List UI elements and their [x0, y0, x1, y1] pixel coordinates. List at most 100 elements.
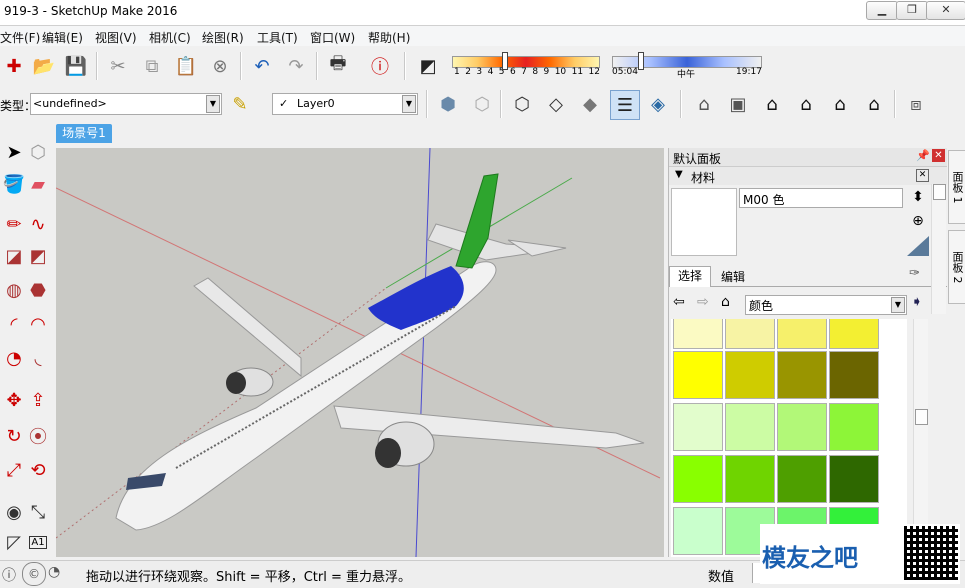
- layer-select[interactable]: ✓ Layer0 ▼: [272, 93, 418, 115]
- minimize-button[interactable]: ▁: [866, 1, 898, 20]
- shaded-button[interactable]: ◆: [576, 90, 604, 118]
- month-slider-thumb[interactable]: [502, 52, 508, 70]
- menu-view[interactable]: 视图(V): [95, 29, 137, 46]
- color-swatch[interactable]: [777, 351, 827, 399]
- materials-section-header[interactable]: ▼ 材料 ✕: [669, 167, 947, 185]
- iso-view-button[interactable]: ⌂: [690, 90, 718, 118]
- details-icon[interactable]: ➧: [911, 294, 923, 310]
- color-swatch[interactable]: [673, 403, 723, 451]
- display-secondary-button[interactable]: ⬍: [907, 186, 929, 208]
- forward-icon[interactable]: ⇨: [697, 294, 709, 310]
- color-swatch[interactable]: [829, 319, 879, 349]
- color-swatch[interactable]: [725, 319, 775, 349]
- make-component-tool[interactable]: ⬡: [24, 138, 52, 166]
- offset-tool[interactable]: ⟲: [24, 456, 52, 484]
- tray-tab-1[interactable]: 面板 1: [948, 150, 965, 224]
- home-icon[interactable]: ⌂: [721, 294, 730, 310]
- left-view-button[interactable]: ⌂: [860, 90, 888, 118]
- menu-window[interactable]: 窗口(W): [310, 29, 355, 46]
- push-pull-tool[interactable]: ⇪: [24, 386, 52, 414]
- hidden-line-button[interactable]: ◇: [542, 90, 570, 118]
- shaded-textures-button[interactable]: ☰: [610, 90, 640, 120]
- color-swatch[interactable]: [673, 455, 723, 503]
- tab-scene-1[interactable]: 场景号1: [56, 124, 112, 143]
- front-view-button[interactable]: ⌂: [758, 90, 786, 118]
- model-info-button[interactable]: ⓘ: [366, 52, 394, 80]
- drawing-area[interactable]: [56, 148, 664, 557]
- layer-color-button[interactable]: ✎: [226, 90, 254, 118]
- back-icon[interactable]: ⇦: [673, 294, 685, 310]
- paste-button[interactable]: 📋: [172, 52, 200, 80]
- cut-button[interactable]: ✂: [104, 52, 132, 80]
- menu-tools[interactable]: 工具(T): [257, 29, 298, 46]
- xray-button[interactable]: ⬢: [434, 90, 462, 118]
- tab-select[interactable]: 选择: [669, 266, 711, 287]
- color-swatch[interactable]: [673, 351, 723, 399]
- color-swatch[interactable]: [829, 403, 879, 451]
- back-edges-button[interactable]: ⬡: [468, 90, 496, 118]
- scrollbar-thumb[interactable]: [915, 409, 928, 425]
- close-button[interactable]: ✕: [926, 1, 965, 20]
- close-icon: ✕: [941, 3, 951, 16]
- close-icon[interactable]: ✕: [932, 149, 945, 162]
- color-swatch[interactable]: [673, 507, 723, 555]
- library-select[interactable]: 颜色 ▼: [745, 295, 907, 315]
- erase-button[interactable]: ⊗: [206, 52, 234, 80]
- copy-button[interactable]: ⧉: [138, 52, 166, 80]
- menu-camera[interactable]: 相机(C): [149, 29, 191, 46]
- menu-file[interactable]: 文件(F): [0, 29, 40, 46]
- color-swatch[interactable]: [725, 403, 775, 451]
- two-point-arc-tool[interactable]: ◠: [24, 310, 52, 338]
- tray-scrollbar[interactable]: [931, 184, 946, 314]
- material-name-input[interactable]: M00 色: [739, 188, 903, 208]
- dimension-tool[interactable]: ⤡: [24, 498, 52, 526]
- print-button[interactable]: 🖶: [324, 52, 352, 80]
- create-material-button[interactable]: ⊕: [907, 210, 929, 232]
- color-swatch[interactable]: [777, 455, 827, 503]
- time-slider-thumb[interactable]: [638, 52, 644, 70]
- menu-draw[interactable]: 绘图(R): [202, 29, 244, 46]
- credits-icon[interactable]: ©: [22, 562, 46, 586]
- color-swatch[interactable]: [673, 319, 723, 349]
- text-tool[interactable]: A1: [24, 528, 52, 556]
- freehand-tool[interactable]: ∿: [24, 210, 52, 238]
- redo-button[interactable]: ↷: [282, 52, 310, 80]
- top-view-button[interactable]: ▣: [724, 90, 752, 118]
- wireframe-button[interactable]: ⬡: [508, 90, 536, 118]
- back-view-button[interactable]: ⌂: [826, 90, 854, 118]
- polygon-tool[interactable]: ⬣: [24, 276, 52, 304]
- default-material-icon[interactable]: [907, 236, 929, 256]
- restore-button[interactable]: ❐: [896, 1, 928, 20]
- color-swatch[interactable]: [829, 351, 879, 399]
- user-icon[interactable]: ◔: [48, 564, 60, 580]
- geo-location-icon[interactable]: ⓘ: [2, 565, 16, 585]
- color-swatch[interactable]: [725, 455, 775, 503]
- blue-axis: [415, 148, 431, 557]
- rotated-rectangle-tool[interactable]: ◩: [24, 242, 52, 270]
- three-point-arc-tool[interactable]: ◟: [24, 344, 52, 372]
- undo-button[interactable]: ↶: [248, 52, 276, 80]
- right-view-button[interactable]: ⌂: [792, 90, 820, 118]
- eraser-tool[interactable]: ▰: [24, 170, 52, 198]
- monochrome-button[interactable]: ◈: [644, 90, 672, 118]
- swatch-scrollbar[interactable]: [913, 319, 928, 557]
- menu-help[interactable]: 帮助(H): [368, 29, 410, 46]
- tray-tab-2[interactable]: 面板 2: [948, 230, 965, 304]
- entity-type-select[interactable]: <undefined> ▼: [30, 93, 222, 115]
- shadow-toggle-button[interactable]: ◩: [414, 52, 442, 80]
- close-section-icon[interactable]: ✕: [916, 169, 929, 182]
- color-swatch[interactable]: [725, 351, 775, 399]
- components-button[interactable]: ⧈: [902, 90, 930, 118]
- new-button[interactable]: ✚: [0, 52, 28, 80]
- pin-icon[interactable]: 📌: [916, 149, 930, 162]
- follow-me-tool[interactable]: ⦿: [24, 422, 52, 450]
- color-swatch[interactable]: [777, 403, 827, 451]
- save-button[interactable]: 💾: [62, 52, 90, 80]
- color-swatch[interactable]: [777, 319, 827, 349]
- open-button[interactable]: 📂: [30, 52, 58, 80]
- scrollbar-thumb[interactable]: [933, 184, 946, 200]
- menu-edit[interactable]: 编辑(E): [42, 29, 83, 46]
- tab-edit[interactable]: 编辑: [713, 268, 753, 286]
- color-swatch[interactable]: [829, 455, 879, 503]
- sample-paint-icon[interactable]: ✑: [909, 266, 920, 281]
